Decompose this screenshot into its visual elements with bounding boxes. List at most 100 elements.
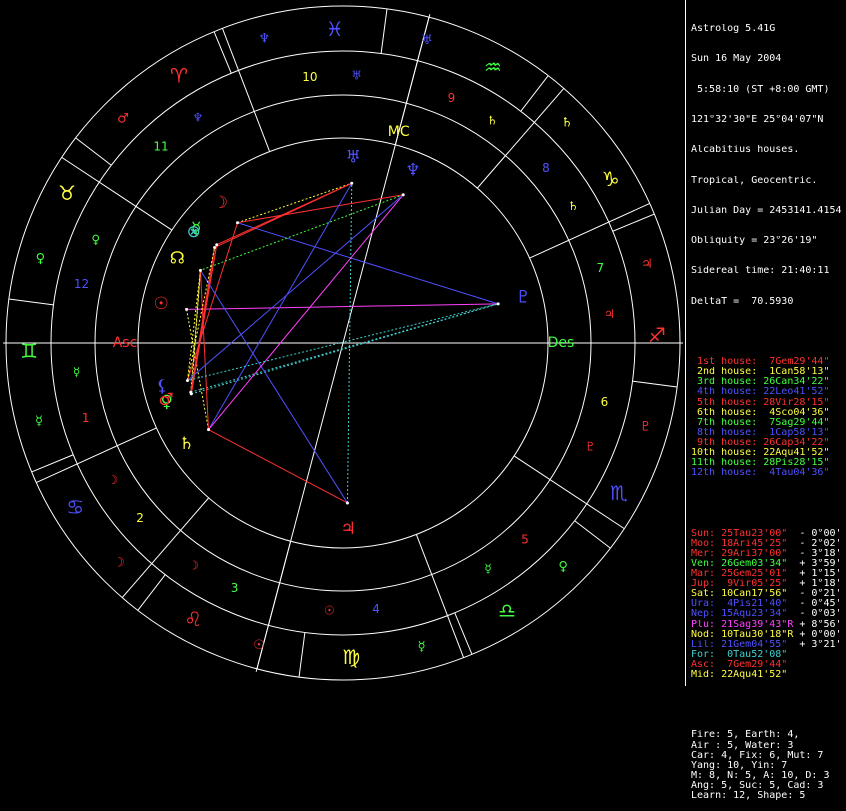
chart-location: 121°32'30"E 25°04'07"N (691, 115, 824, 126)
house-ruler-glyph: ♆ (193, 111, 204, 125)
planet-dot (189, 390, 193, 394)
house-number: 12 (74, 277, 89, 291)
house-row: 11th house: 28Pis28'15" (691, 458, 830, 469)
chart-svg: ♈ ♂ ♉ ♀ ♊ ☿ ♋ ☽ ♌ ☉ ♍ ☿ ♎ ♀ ♏ ♇ ♐ ♃ ♑ ♄ ♒ ♅ ♓ ♆ 1 ☿ 2 ☽ 3 ☽ 4 ☉ 5 ☿ 6 ♇ 7 ♃ 8 ♄… (3, 5, 683, 681)
zodiac-sign-glyph: ♐ (648, 323, 666, 347)
sign-boundary (137, 574, 166, 611)
summary-row: Ang: 5, Suc: 5, Cad: 3 (691, 780, 824, 791)
summary-row: Air : 5, Water: 3 (691, 740, 794, 751)
house-number: 8 (542, 161, 550, 175)
house-row: 3rd house: 26Can34'22" (691, 377, 830, 388)
chart-wheel: ♈ ♂ ♉ ♀ ♊ ☿ ♋ ☽ ♌ ☉ ♍ ☿ ♎ ♀ ♏ ♇ ♐ ♃ ♑ ♄ ♒ ♅ ♓ ♆ 1 ☿ 2 ☽ 3 ☽ 4 ☉ 5 ☿ 6 ♇ 7 ♃ 8 ♄… (0, 0, 685, 686)
planet-glyph: ♃ (341, 519, 356, 539)
house-cusp (221, 28, 271, 152)
planet-position: Nep: 15Aqu23'34" (691, 609, 788, 620)
program-title: Astrolog 5.41G (691, 24, 776, 35)
chart-date: Sun 16 May 2004 (691, 54, 782, 65)
planet-latitude: + 3°21' (787, 639, 842, 650)
planet-position: Mer: 29Ari37'00" (691, 548, 788, 559)
zodiac-sign-glyph: ♓ (326, 17, 344, 41)
planet-position: Lil: 21Gem04'55" (691, 639, 788, 650)
sign-ruler-glyph: ☿ (418, 639, 426, 654)
house-ruler-glyph: ☿ (73, 365, 80, 379)
planet-dot (496, 302, 500, 306)
house-ruler-glyph: ♀ (91, 233, 100, 247)
planet-row: Sun: 25Tau23'00" - 0°00' (691, 529, 846, 539)
house-row: 12th house: 4Tau04'36" (691, 468, 830, 479)
sign-boundary (298, 632, 306, 678)
sign-ruler-glyph: ♀ (36, 252, 46, 267)
chart-time: 5:58:10 (ST +8:00 GMT) (691, 84, 830, 95)
aspect-line (237, 222, 499, 305)
planet-position: Ura: 4Pis21'40" (691, 599, 788, 610)
planet-row: Jup: 9Vir05'25" + 1°18' (691, 579, 846, 589)
planet-dot (215, 243, 219, 247)
house-row: 2nd house: 1Can58'13" (691, 367, 830, 378)
sign-boundary (574, 520, 611, 549)
house-number: 6 (601, 395, 609, 409)
planet-glyph: ♆ (405, 161, 420, 181)
planet-position: Sat: 10Can17'56" (691, 589, 788, 600)
summary-row: Yang: 10, Yin: 7 (691, 760, 788, 771)
sign-boundary (8, 298, 54, 306)
sign-ruler-glyph: ♃ (641, 257, 653, 272)
planet-latitude: + 0°00' (793, 629, 842, 640)
planet-position: Jup: 9Vir05'25" (691, 579, 788, 590)
aspect-line (187, 194, 404, 381)
house-row: 10th house: 22Aqu41'52" (691, 448, 830, 459)
summary-row: Car: 4, Fix: 6, Mut: 7 (691, 750, 824, 761)
julian-day: Julian Day = 2453141.4154 (691, 205, 842, 216)
planet-position: Mid: 22Aqu41'52" (691, 670, 788, 680)
house-ruler-glyph: ☿ (484, 561, 491, 575)
delta-t: DeltaT = 70.5930 (691, 296, 794, 307)
planet-row: Mar: 25Gem25'01" + 1°15' (691, 569, 846, 579)
house-ruler-glyph: ♄ (568, 199, 579, 213)
zodiac-sign-glyph: ♑ (602, 167, 620, 191)
sidereal-time: Sidereal time: 21:40:11 (691, 266, 830, 277)
planet-latitude: - 0°00' (787, 528, 842, 539)
house-row: 7th house: 7Sag29'44" (691, 417, 830, 428)
house-row: 9th house: 26Cap34'22" (691, 437, 830, 448)
asc-label: Asc (113, 335, 138, 351)
planet-glyph: ♄ (179, 434, 194, 454)
summary-list: Fire: 5, Earth: 4, Air : 5, Water: 3 Car: … (691, 730, 846, 801)
planet-position: Asc: 7Gem29'44" (691, 659, 788, 670)
aspect-line (190, 303, 499, 393)
planet-position: Nod: 10Tau30'18"R (691, 629, 794, 640)
planet-glyph: ☽ (213, 193, 228, 213)
planet-position: Sun: 25Tau23'00" (691, 528, 788, 539)
house-ruler-glyph: ♄ (487, 113, 498, 127)
house-cusp (529, 202, 650, 259)
house-list: 1st house: 7Gem29'44" 2nd house: 1Can58'… (691, 357, 846, 478)
planet-row: Plu: 21Sag39'43"R + 8°56' (691, 620, 846, 630)
sign-boundary (454, 612, 473, 655)
house-ruler-glyph: ♃ (604, 307, 615, 321)
house-number: 10 (302, 70, 317, 84)
planet-dot (401, 193, 405, 197)
sign-boundary (213, 31, 232, 74)
planet-row: Nod: 10Tau30'18"R + 0°00' (691, 630, 846, 640)
planet-position: For: 0Tau52'08" (691, 649, 788, 660)
house-ruler-glyph: ♇ (585, 439, 596, 453)
aspect-line (208, 194, 404, 430)
planet-row: Mid: 22Aqu41'52" (691, 670, 846, 680)
planet-row: Asc: 7Gem29'44" (691, 660, 846, 670)
zodiac-sign-glyph: ♏ (610, 481, 628, 505)
sign-boundary (632, 380, 678, 388)
info-panel: Astrolog 5.41G Sun 16 May 2004 5:58:10 (… (686, 0, 846, 800)
planet-position: Moo: 18Ari45'25" (691, 538, 788, 549)
house-row: 1st house: 7Gem29'44" (691, 357, 830, 368)
house-ruler-glyph: ♅ (351, 68, 362, 82)
aspect-line (186, 222, 238, 381)
planet-latitude: + 1°15' (787, 569, 842, 580)
zodiac-sign-glyph: ♉ (58, 181, 76, 205)
planet-glyph: ☊ (170, 249, 185, 269)
planet-dot (185, 307, 189, 311)
planet-row: Ven: 26Gem03'34" + 3°59' (691, 559, 846, 569)
des-label: Des (548, 335, 575, 351)
planet-glyph: ☉ (154, 294, 169, 314)
house-row: 5th house: 28Vir28'15" (691, 397, 830, 408)
planet-row: Lil: 21Gem04'55" + 3°21' (691, 640, 846, 650)
